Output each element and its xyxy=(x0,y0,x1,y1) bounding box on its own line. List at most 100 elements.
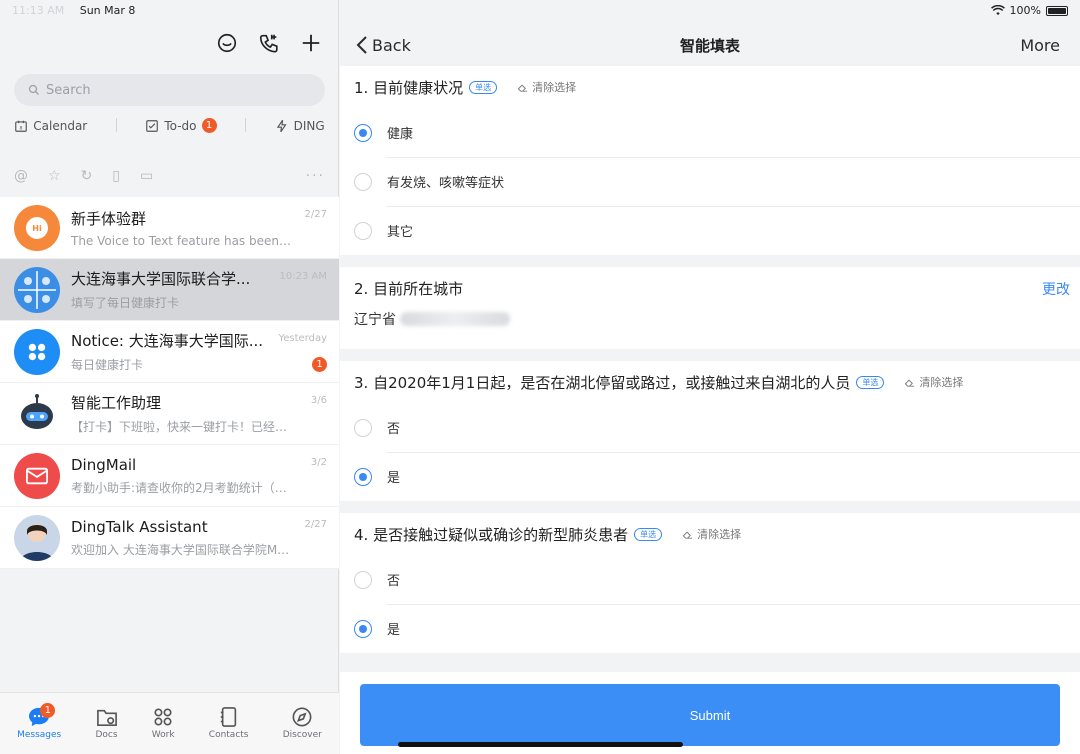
single-choice-tag: 单选 xyxy=(469,80,498,94)
option-no[interactable]: 否 xyxy=(340,403,1080,452)
calendar-button[interactable]: 8 Calendar xyxy=(14,118,87,133)
radio[interactable] xyxy=(354,221,372,240)
more-button[interactable]: More xyxy=(1020,36,1060,55)
radio[interactable] xyxy=(354,570,372,589)
clear-selection-button[interactable]: 清除选择 xyxy=(904,374,963,390)
tab-docs[interactable]: Docs xyxy=(95,707,118,740)
conversation-preview: 填写了每日健康打卡 xyxy=(71,296,180,310)
submit-button[interactable]: Submit xyxy=(360,684,1060,746)
page-title: 智能填表 xyxy=(679,36,740,55)
question-3: 3. 自2020年1月1日起，是否在湖北停留或路过，或接触过来自湖北的人员 单选… xyxy=(340,361,1080,501)
conversation-title: 智能工作助理 xyxy=(71,394,162,412)
option-label: 是 xyxy=(387,471,401,486)
conversation-preview: 考勤小助手:请查收你的2月考勤统计（大连... xyxy=(71,480,293,495)
add-icon[interactable] xyxy=(298,30,324,56)
file-icon[interactable]: ▭ xyxy=(140,168,153,184)
svg-text:Hi: Hi xyxy=(32,224,42,233)
conversation-time: 10:23 AM xyxy=(279,271,327,282)
eraser-icon xyxy=(682,531,693,539)
question-title: 3. 自2020年1月1日起，是否在湖北停留或路过，或接触过来自湖北的人员 xyxy=(354,373,851,392)
city-value[interactable]: 辽宁省 xyxy=(340,309,1080,349)
option-yes[interactable]: 是 xyxy=(340,452,1080,501)
lightning-icon xyxy=(276,119,287,132)
clock-icon[interactable]: ↻ xyxy=(81,168,93,184)
conversation-time: 3/6 xyxy=(310,395,327,406)
conversation-title: 新手体验群 xyxy=(71,209,147,228)
option-other[interactable]: 其它 xyxy=(340,206,1080,255)
option-label: 有发烧、咳嗽等症状 xyxy=(387,176,505,191)
radio-selected[interactable] xyxy=(354,467,372,486)
home-indicator xyxy=(398,742,683,747)
conversation-title: 大连海事大学国际联合学... xyxy=(71,270,251,288)
tab-contacts[interactable]: Contacts xyxy=(209,707,249,740)
tab-label: Work xyxy=(151,730,175,740)
back-button[interactable]: Back xyxy=(356,36,411,55)
more-icon[interactable]: ··· xyxy=(306,168,325,184)
back-label: Back xyxy=(372,35,411,55)
chat-icon[interactable] xyxy=(214,30,240,56)
option-label: 是 xyxy=(387,623,401,638)
at-icon[interactable]: @ xyxy=(14,168,28,184)
bookmark-icon[interactable]: ▯ xyxy=(112,168,120,184)
radio[interactable] xyxy=(354,418,372,437)
conversation-preview: 欢迎加入 大连海事大学国际联合学院MSE... xyxy=(71,542,293,557)
conversation-time: 2/27 xyxy=(304,519,327,530)
conversation-preview: 【打卡】下班啦，快来一键打卡！已经下班... xyxy=(71,420,293,434)
conversation-item[interactable]: DingTalk Assistant 欢迎加入 大连海事大学国际联合学院MSE.… xyxy=(0,507,339,569)
conversation-item[interactable]: Hi 新手体验群 The Voice to Text feature has b… xyxy=(0,197,339,259)
conversation-time: Yesterday xyxy=(278,333,327,344)
star-icon[interactable]: ☆ xyxy=(48,168,61,184)
compass-icon xyxy=(292,707,312,727)
single-choice-tag: 单选 xyxy=(634,527,663,541)
tab-messages[interactable]: 1 Messages xyxy=(17,703,62,740)
tab-discover[interactable]: Discover xyxy=(283,707,322,740)
city-text: 辽宁省 xyxy=(354,312,396,328)
question-4: 4. 是否接触过疑似或确诊的新型肺炎患者 单选 清除选择 否 是 xyxy=(340,513,1080,653)
tab-work[interactable]: Work xyxy=(152,707,175,740)
option-no[interactable]: 否 xyxy=(340,555,1080,604)
svg-text:8: 8 xyxy=(20,125,23,131)
unread-badge: 1 xyxy=(312,357,327,372)
chevron-left-icon xyxy=(356,36,367,54)
question-header: 3. 自2020年1月1日起，是否在湖北停留或路过，或接触过来自湖北的人员 单选… xyxy=(340,361,1080,403)
ding-button[interactable]: DING xyxy=(275,118,325,133)
conversation-item-active[interactable]: 大连海事大学国际联合学... 填写了每日健康打卡 10:23 AM xyxy=(0,259,339,321)
clear-label: 清除选择 xyxy=(919,376,964,389)
conversation-time: 2/27 xyxy=(304,209,327,220)
clear-selection-button[interactable]: 清除选择 xyxy=(517,79,576,95)
message-filters: @ ☆ ↻ ▯ ▭ ··· xyxy=(0,164,339,188)
option-healthy[interactable]: 健康 xyxy=(340,108,1080,157)
todo-button[interactable]: To-do 1 xyxy=(145,118,217,133)
option-label: 其它 xyxy=(387,225,414,240)
option-label: 否 xyxy=(387,422,401,437)
divider xyxy=(245,118,247,132)
divider xyxy=(115,118,117,132)
question-title: 4. 是否接触过疑似或确诊的新型肺炎患者 xyxy=(354,525,629,544)
status-time: 11:13 AM xyxy=(12,4,65,17)
search-input[interactable]: Search xyxy=(14,74,325,106)
battery-level: 100% xyxy=(1009,4,1041,17)
search-icon xyxy=(28,84,39,95)
call-icon[interactable] xyxy=(256,30,282,56)
tab-label: Contacts xyxy=(208,730,249,740)
option-symptoms[interactable]: 有发烧、咳嗽等症状 xyxy=(340,157,1080,206)
option-yes[interactable]: 是 xyxy=(340,604,1080,653)
tab-label: Messages xyxy=(17,730,62,740)
status-date: Sun Mar 8 xyxy=(79,4,136,17)
edit-city-button[interactable]: 更改 xyxy=(1042,279,1070,299)
conversation-item[interactable]: Notice: 大连海事大学国际... 每日健康打卡 Yesterday 1 xyxy=(0,321,339,383)
radio-selected[interactable] xyxy=(354,123,372,142)
form-body: 1. 目前健康状况 单选 清除选择 健康 有发烧、咳嗽等症状 其它 2. 目前所… xyxy=(340,66,1080,672)
question-header: 2. 目前所在城市 更改 xyxy=(340,267,1080,309)
radio[interactable] xyxy=(354,172,372,191)
single-choice-tag: 单选 xyxy=(856,375,885,389)
notice-avatar xyxy=(14,328,60,375)
bottom-tab-bar: 1 Messages Docs Work Contacts Discover xyxy=(0,692,339,754)
conversation-time: 3/2 xyxy=(310,457,327,468)
conversation-item[interactable]: DingMail 考勤小助手:请查收你的2月考勤统计（大连... 3/2 xyxy=(0,445,339,507)
conversation-item[interactable]: 智能工作助理 【打卡】下班啦，快来一键打卡！已经下班... 3/6 xyxy=(0,383,339,445)
folder-icon xyxy=(96,709,117,726)
radio-selected[interactable] xyxy=(354,619,372,638)
question-title: 2. 目前所在城市 xyxy=(354,279,464,298)
clear-selection-button[interactable]: 清除选择 xyxy=(682,526,741,542)
